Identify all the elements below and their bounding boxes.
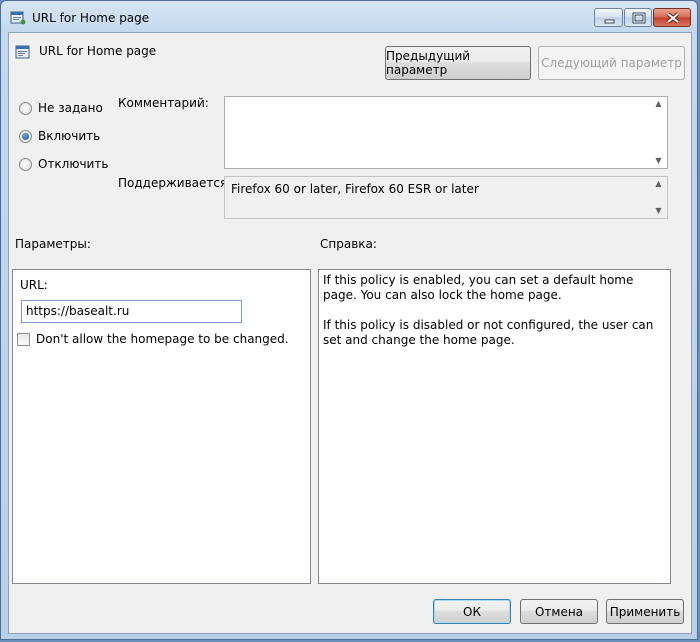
radio-indicator — [19, 157, 32, 171]
window-title: URL for Home page — [32, 11, 150, 25]
help-paragraph-2: If this policy is disabled or not config… — [323, 318, 654, 347]
supported-value: Firefox 60 or later, Firefox 60 ESR or l… — [231, 182, 479, 196]
checkbox-box — [17, 332, 30, 346]
dialog-body: URL for Home page Предыдущий параметр Сл… — [8, 32, 692, 634]
scroll-up-icon[interactable]: ▲ — [655, 97, 661, 111]
comment-textarea[interactable]: ▲ ▼ — [224, 96, 668, 169]
radio-enabled[interactable]: Включить — [19, 129, 100, 143]
radio-disabled[interactable]: Отключить — [19, 157, 108, 171]
parameters-title: Параметры: — [15, 237, 91, 251]
url-input-value: https://basealt.ru — [26, 304, 130, 318]
radio-label: Включить — [38, 129, 101, 143]
radio-not-configured[interactable]: Не задано — [19, 101, 103, 115]
title-bar[interactable]: URL for Home page — [1, 1, 697, 33]
policy-header-icon — [15, 44, 31, 63]
next-setting-button[interactable]: Следующий параметр — [538, 46, 685, 80]
url-label: URL: — [20, 278, 48, 292]
help-panel: If this policy is enabled, you can set a… — [318, 269, 671, 584]
lock-homepage-checkbox[interactable]: Don't allow the homepage to be changed. — [17, 332, 289, 346]
comment-scrollbar[interactable]: ▲ ▼ — [650, 97, 667, 168]
scroll-up-icon[interactable]: ▲ — [655, 177, 661, 191]
radio-label: Отключить — [38, 157, 109, 171]
url-input[interactable]: https://basealt.ru — [21, 300, 242, 323]
scroll-down-icon[interactable]: ▼ — [655, 154, 661, 168]
comment-label: Комментарий: — [118, 96, 209, 110]
scroll-down-icon[interactable]: ▼ — [655, 204, 661, 218]
radio-indicator — [19, 101, 32, 115]
minimize-button[interactable] — [594, 8, 623, 27]
apply-button[interactable]: Применить — [606, 599, 684, 624]
parameters-panel: URL: https://basealt.ru Don't allow the … — [12, 269, 311, 584]
cancel-button[interactable]: Отмена — [520, 599, 598, 624]
close-window-button[interactable] — [653, 8, 691, 27]
policy-dialog-window: URL for Home page URL for Home page Пред… — [0, 0, 698, 640]
checkbox-label: Don't allow the homepage to be changed. — [36, 332, 289, 346]
supported-textbox: Firefox 60 or later, Firefox 60 ESR or l… — [224, 176, 668, 219]
supported-label: Поддерживается: — [118, 176, 232, 190]
supported-scrollbar[interactable]: ▲ ▼ — [650, 177, 667, 218]
maximize-button[interactable] — [624, 8, 652, 27]
help-title: Справка: — [320, 237, 377, 251]
help-paragraph-1: If this policy is enabled, you can set a… — [323, 273, 634, 302]
previous-setting-button[interactable]: Предыдущий параметр — [385, 46, 531, 80]
ok-button[interactable]: ОК — [433, 599, 511, 624]
radio-indicator-selected — [19, 129, 32, 143]
policy-settings-icon — [10, 11, 26, 25]
policy-name: URL for Home page — [39, 44, 157, 58]
radio-label: Не задано — [38, 101, 103, 115]
